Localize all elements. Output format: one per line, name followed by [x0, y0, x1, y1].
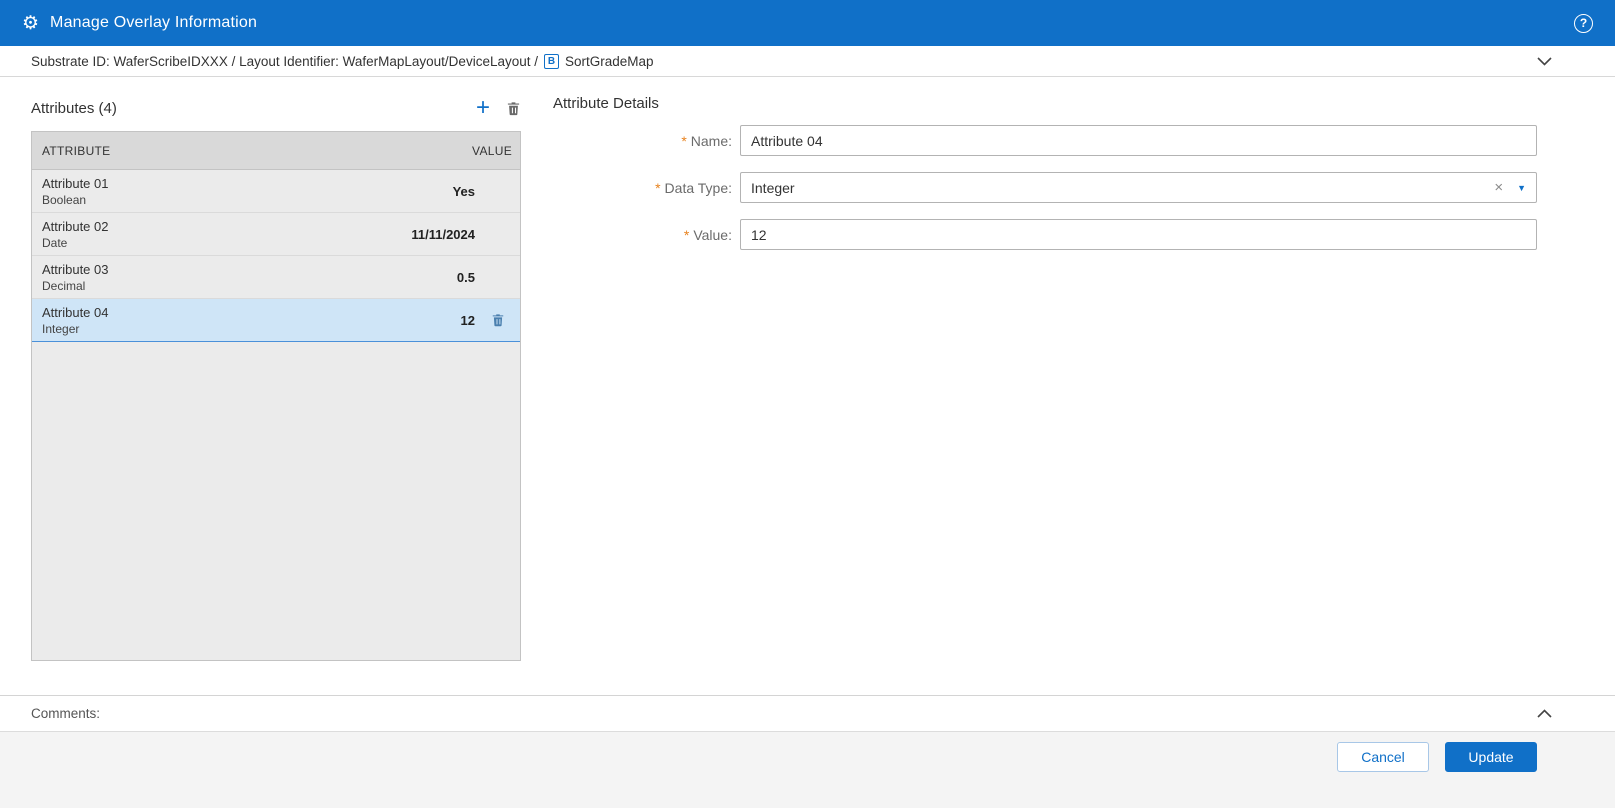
- datatype-selected-value: Integer: [751, 179, 795, 196]
- attributes-actions: +: [476, 96, 521, 120]
- attributes-table: ATTRIBUTE VALUE Attribute 01 Boolean Yes…: [31, 131, 521, 661]
- map-icon: B: [543, 53, 559, 69]
- attribute-name: Attribute 02: [42, 218, 109, 234]
- title-bar: ⚙ Manage Overlay Information ?: [0, 0, 1615, 46]
- clear-selection-icon[interactable]: ×: [1488, 179, 1509, 196]
- attribute-name: Attribute 01: [42, 175, 109, 191]
- attribute-type: Boolean: [42, 192, 87, 207]
- name-label-text: Name:: [690, 132, 732, 149]
- gear-icon: ⚙: [22, 12, 40, 34]
- attribute-details-panel: Attribute Details *Name: *Data Type: Int…: [553, 93, 1537, 695]
- attribute-name: Attribute 04: [42, 304, 109, 320]
- update-button[interactable]: Update: [1445, 742, 1537, 772]
- main-content: Attributes (4) + ATTRIBUTE VALUE Attribu…: [0, 77, 1615, 695]
- attribute-cell: Attribute 01 Boolean: [42, 176, 109, 207]
- delete-attribute-icon[interactable]: [506, 101, 521, 116]
- value-label-text: Value:: [693, 226, 732, 243]
- column-header-value: VALUE: [472, 143, 512, 158]
- column-header-attribute: ATTRIBUTE: [42, 143, 111, 158]
- name-input[interactable]: [740, 125, 1537, 156]
- attributes-panel-header: Attributes (4) +: [31, 93, 521, 123]
- attribute-cell: Attribute 02 Date: [42, 219, 109, 250]
- name-label: * Name:: [553, 133, 740, 149]
- cancel-button[interactable]: Cancel: [1337, 742, 1429, 772]
- datatype-label: * Data Type:: [553, 180, 740, 196]
- required-asterisk: *: [655, 179, 661, 196]
- comments-label: Comments:: [31, 706, 101, 721]
- attribute-value: 12: [460, 312, 475, 328]
- table-row[interactable]: Attribute 02 Date 11/11/2024: [32, 213, 520, 256]
- attribute-value: Yes: [452, 183, 475, 199]
- row-trash-slot: [475, 313, 520, 327]
- details-title: Attribute Details: [553, 95, 659, 112]
- attribute-cell: Attribute 04 Integer: [42, 305, 109, 336]
- datatype-field-row: * Data Type: Integer × ▼: [553, 172, 1537, 203]
- delete-row-icon[interactable]: [491, 313, 505, 327]
- value-field-row: * Value:: [553, 219, 1537, 250]
- required-asterisk: *: [683, 226, 690, 243]
- help-icon[interactable]: ?: [1574, 13, 1593, 33]
- attribute-name: Attribute 03: [42, 261, 109, 277]
- required-asterisk: *: [681, 132, 687, 149]
- page-title: Manage Overlay Information: [50, 14, 258, 31]
- value-label: * Value:: [553, 227, 740, 243]
- datatype-select[interactable]: Integer × ▼: [740, 172, 1537, 203]
- comments-section: Comments:: [0, 695, 1615, 731]
- chevron-up-icon[interactable]: [1537, 709, 1552, 718]
- attributes-panel: Attributes (4) + ATTRIBUTE VALUE Attribu…: [31, 93, 521, 695]
- value-input[interactable]: [740, 219, 1537, 250]
- breadcrumb-map-name: SortGradeMap: [564, 53, 654, 69]
- table-row[interactable]: Attribute 03 Decimal 0.5: [32, 256, 520, 299]
- attribute-type: Decimal: [42, 278, 86, 293]
- dropdown-caret-icon[interactable]: ▼: [1517, 183, 1526, 193]
- chevron-down-icon[interactable]: [1537, 56, 1552, 66]
- breadcrumb: Substrate ID: WaferScribeIDXXX / Layout …: [0, 46, 1615, 77]
- add-attribute-icon[interactable]: +: [476, 96, 490, 120]
- attributes-title: Attributes (4): [31, 99, 117, 117]
- table-row[interactable]: Attribute 01 Boolean Yes: [32, 170, 520, 213]
- attributes-table-header: ATTRIBUTE VALUE: [32, 132, 520, 170]
- footer-bar: Cancel Update: [0, 731, 1615, 808]
- table-row-selected[interactable]: Attribute 04 Integer 12: [32, 299, 520, 342]
- breadcrumb-path: Substrate ID: WaferScribeIDXXX / Layout …: [31, 53, 538, 69]
- attribute-value: 0.5: [456, 269, 475, 285]
- attribute-value: 11/11/2024: [411, 226, 475, 242]
- attribute-cell: Attribute 03 Decimal: [42, 262, 109, 293]
- name-field-row: * Name:: [553, 125, 1537, 156]
- attribute-type: Date: [42, 235, 68, 250]
- datatype-label-text: Data Type:: [664, 179, 732, 196]
- manage-overlay-window: ⚙ Manage Overlay Information ? Substrate…: [0, 0, 1615, 808]
- attribute-type: Integer: [42, 321, 80, 336]
